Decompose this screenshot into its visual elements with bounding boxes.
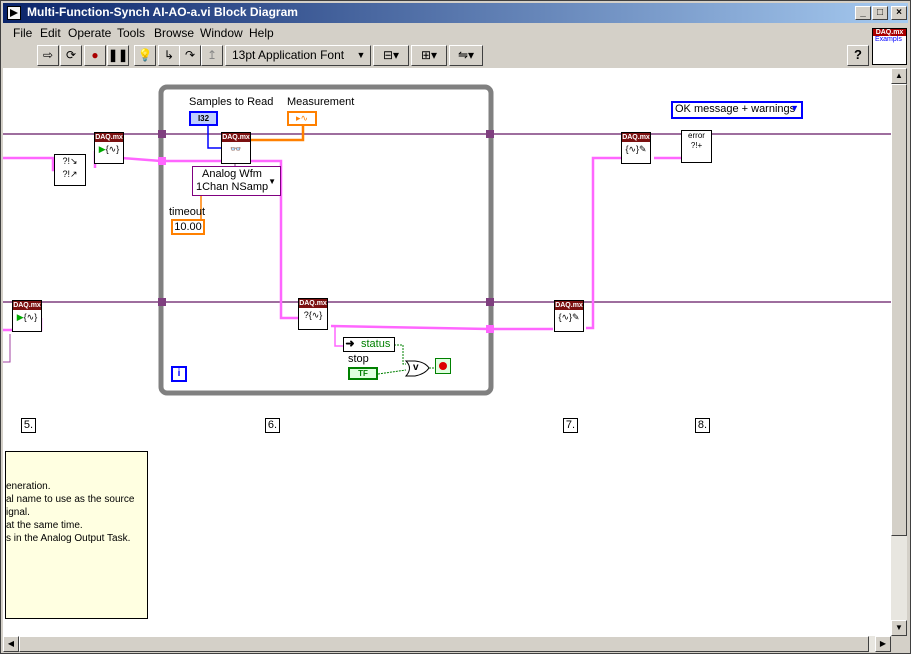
minimize-button[interactable]: _ <box>855 6 871 20</box>
horizontal-scrollbar[interactable]: ◀ ▶ <box>3 636 891 652</box>
unbundle-status-node[interactable]: ➜ status <box>343 337 395 352</box>
pause-icon[interactable]: ❚❚ <box>107 45 129 66</box>
menu-window[interactable]: Window <box>200 26 243 40</box>
stop-button-terminal[interactable]: TF <box>348 367 378 380</box>
loop-iteration-terminal[interactable]: i <box>171 366 187 382</box>
font-selector-value: 13pt Application Font <box>232 48 345 62</box>
vi-icon-header: DAQ.mx <box>873 29 906 36</box>
tunnel <box>158 157 166 165</box>
stop-label: stop <box>348 353 369 365</box>
tunnel <box>486 298 494 306</box>
maximize-button[interactable]: □ <box>872 6 888 20</box>
block-diagram-window: Multi-Function-Synch AI-AO-a.vi Block Di… <box>0 0 911 654</box>
vertical-scroll-thumb[interactable] <box>891 84 907 536</box>
stop-if-true-icon <box>439 362 447 370</box>
close-button[interactable]: × <box>891 6 907 20</box>
tunnel <box>486 130 494 138</box>
status-label: status <box>361 338 391 350</box>
daqmx-clear-task-node[interactable]: DAQ.mx {∿}✎ <box>554 300 584 332</box>
run-arrow-icon[interactable]: ⇨ <box>37 45 59 66</box>
frame-number: 7. <box>563 418 578 433</box>
samples-to-read-control[interactable]: I32 <box>189 111 218 126</box>
timeout-label: timeout <box>169 206 206 218</box>
step-into-icon[interactable]: ↳ <box>158 45 180 66</box>
error-handler-dropdown[interactable]: OK message + warnings ▼ <box>671 101 803 119</box>
polymorphic-selector[interactable]: Analog Wfm 1Chan NSamp ▼ <box>192 166 281 196</box>
diagram-canvas[interactable]: DAQ.mx ▶{∿} DAQ.mx ▶{∿} DAQ.mx 👓 DAQ.mx … <box>3 68 891 636</box>
timeout-constant[interactable]: 10.00 <box>171 219 205 235</box>
context-help-button[interactable]: ? <box>847 45 869 66</box>
font-selector[interactable]: 13pt Application Font ▼ <box>225 45 371 66</box>
trigger-route-node[interactable]: ?!↘ ?!↗ <box>54 154 86 186</box>
measurement-label: Measurement <box>287 96 355 108</box>
menu-bar: File Edit Operate Tools Browse Window He… <box>3 24 908 42</box>
daqmx-is-task-done-node[interactable]: DAQ.mx ?{∿} <box>298 298 328 330</box>
menu-help[interactable]: Help <box>249 26 274 40</box>
step-out-icon[interactable]: ↥ <box>201 45 223 66</box>
window-title: Multi-Function-Synch AI-AO-a.vi Block Di… <box>27 5 298 19</box>
tunnel <box>158 298 166 306</box>
scroll-down-icon[interactable]: ▼ <box>891 620 907 636</box>
menu-browse[interactable]: Browse <box>154 26 194 40</box>
daqmx-clear-task-node[interactable]: DAQ.mx {∿}✎ <box>621 132 651 164</box>
horizontal-scroll-thumb[interactable] <box>19 636 869 652</box>
tunnel <box>486 325 494 333</box>
reorder-objects-icon[interactable]: ⇋▾ <box>449 45 483 66</box>
title-bar[interactable]: Multi-Function-Synch AI-AO-a.vi Block Di… <box>3 3 908 23</box>
chevron-down-icon: ▼ <box>790 103 799 113</box>
simple-error-handler-node[interactable]: error ?!+ <box>681 130 712 163</box>
resize-grip[interactable] <box>891 636 907 652</box>
highlight-execution-icon[interactable]: 💡 <box>134 45 156 66</box>
align-objects-icon[interactable]: ⊟▾ <box>373 45 409 66</box>
vi-icon[interactable]: DAQ.mx Exampls <box>872 28 907 65</box>
chevron-down-icon: ▼ <box>268 177 276 186</box>
while-loop-border <box>158 84 494 396</box>
error-handler-value: OK message + warnings <box>675 103 796 115</box>
menu-edit[interactable]: Edit <box>40 26 61 40</box>
menu-tools[interactable]: Tools <box>117 26 145 40</box>
vi-icon-text: Exampls <box>875 36 902 43</box>
daqmx-read-node[interactable]: DAQ.mx 👓 <box>221 132 251 164</box>
loop-condition-terminal[interactable] <box>435 358 451 374</box>
measurement-indicator[interactable]: ▸∿ <box>287 111 317 126</box>
scroll-right-icon[interactable]: ▶ <box>875 636 891 652</box>
menu-file[interactable]: File <box>13 26 32 40</box>
frame-number: 6. <box>265 418 280 433</box>
scroll-left-icon[interactable]: ◀ <box>3 636 19 652</box>
scroll-up-icon[interactable]: ▲ <box>891 68 907 84</box>
comment-box: eneration. al name to use as the source … <box>5 451 148 619</box>
or-gate-label: v <box>413 362 419 373</box>
chevron-down-icon: ▼ <box>356 50 366 60</box>
distribute-objects-icon[interactable]: ⊞▾ <box>411 45 447 66</box>
menu-operate[interactable]: Operate <box>68 26 111 40</box>
daqmx-start-task-node[interactable]: DAQ.mx ▶{∿} <box>12 300 42 332</box>
run-continuously-icon[interactable]: ⟳ <box>60 45 82 66</box>
samples-to-read-label: Samples to Read <box>189 96 274 108</box>
abort-icon[interactable]: ● <box>84 45 106 66</box>
toolbar: ⇨ ⟳ ● ❚❚ 💡 ↳ ↷ ↥ 13pt Application Font ▼… <box>3 43 871 67</box>
vertical-scrollbar[interactable]: ▲ ▼ <box>891 68 907 636</box>
daqmx-start-task-node[interactable]: DAQ.mx ▶{∿} <box>94 132 124 164</box>
step-over-icon[interactable]: ↷ <box>179 45 201 66</box>
labview-icon <box>7 6 21 20</box>
tunnel <box>158 130 166 138</box>
frame-number: 5. <box>21 418 36 433</box>
frame-number: 8. <box>695 418 710 433</box>
